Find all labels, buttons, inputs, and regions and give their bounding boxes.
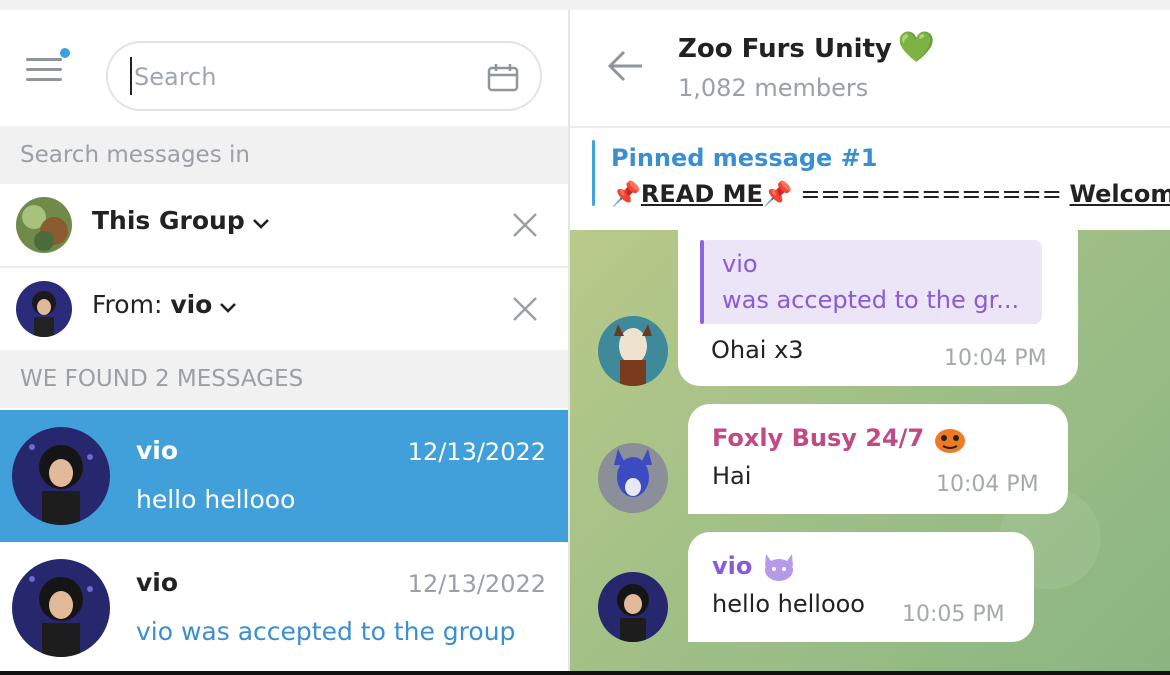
reply-indicator [700, 240, 704, 324]
chat-pane: Zoo Furs Unity 💚 1,082 members Pinned mes… [570, 10, 1170, 671]
close-icon[interactable] [508, 292, 542, 326]
user-avatar[interactable] [598, 316, 668, 386]
message-text: Hai [712, 462, 752, 490]
filter-label: This Group [92, 206, 245, 235]
calendar-icon[interactable] [486, 63, 520, 93]
user-avatar [12, 427, 110, 525]
window-top-strip [0, 0, 1170, 10]
reply-text: was accepted to the gr... [722, 286, 1020, 314]
reply-sender: vio [722, 250, 758, 278]
reply-preview[interactable]: vio was accepted to the gr... [700, 240, 1042, 324]
member-count: 1,082 members [678, 74, 869, 102]
chat-title: Zoo Furs Unity 💚 [678, 30, 935, 65]
result-preview: vio was accepted to the group [136, 617, 516, 646]
result-sender: vio [136, 436, 179, 465]
message-time: 10:04 PM [936, 472, 1039, 497]
pinned-read-me: READ ME [640, 180, 763, 208]
section-search-in: Search messages in [0, 126, 568, 184]
pinned-welcome: Welcome to [1069, 180, 1170, 208]
pushpin-icon: 📌 [762, 180, 793, 208]
result-date: 12/13/2022 [407, 570, 546, 598]
filter-from-user[interactable]: From: vio [0, 268, 568, 350]
message-time: 10:05 PM [902, 602, 1005, 627]
green-heart-emoji: 💚 [897, 30, 936, 65]
chevron-down-icon[interactable] [218, 292, 238, 321]
message-sender: vio [712, 552, 797, 582]
search-box[interactable] [106, 41, 542, 111]
chat-messages-area[interactable]: vio was accepted to the gr... Ohai x3 10… [570, 230, 1170, 671]
close-icon[interactable] [508, 208, 542, 242]
message-bubble[interactable]: vio was accepted to the gr... Ohai x3 10… [678, 230, 1078, 386]
message-time: 10:04 PM [944, 346, 1047, 371]
message-bubble[interactable]: Foxly Busy 24/7 Hai 10:04 PM [688, 404, 1068, 514]
group-avatar [16, 197, 72, 253]
notification-dot [60, 48, 70, 58]
result-sender: vio [136, 568, 179, 597]
pinned-indicator [592, 140, 595, 206]
filter-this-group[interactable]: This Group [0, 184, 568, 266]
user-avatar [12, 559, 110, 657]
sender-name: vio [712, 552, 753, 580]
user-avatar [16, 281, 72, 337]
pushpin-icon: 📌 [611, 180, 641, 208]
filter-prefix: From: [92, 290, 171, 319]
filter-label: vio [170, 290, 213, 319]
search-sidebar: Search messages in This Group [0, 10, 568, 671]
pinned-label: Pinned message #1 [611, 144, 878, 172]
window-bottom-strip [0, 671, 1170, 675]
section-found: WE FOUND 2 MESSAGES [0, 350, 568, 408]
emoji-icon [934, 429, 965, 453]
search-result[interactable]: vio 12/13/2022 hello hellooo [0, 410, 568, 542]
user-avatar[interactable] [598, 443, 668, 513]
search-input[interactable] [132, 57, 476, 97]
message-bubble[interactable]: vio hello hellooo 10:05 PM [688, 532, 1034, 642]
result-preview: hello hellooo [136, 485, 296, 514]
pinned-message-bar[interactable]: Pinned message #1 📌READ ME📌 ============… [570, 126, 1170, 230]
sender-name: Foxly Busy 24/7 [712, 424, 925, 452]
menu-button[interactable] [26, 48, 70, 90]
chat-header[interactable]: Zoo Furs Unity 💚 1,082 members [570, 10, 1170, 126]
pinned-equals: ============= [792, 180, 1070, 208]
cat-emoji-icon [764, 554, 793, 581]
chat-title-text: Zoo Furs Unity [678, 34, 892, 64]
user-avatar[interactable] [598, 572, 668, 642]
search-result[interactable]: vio 12/13/2022 vio was accepted to the g… [0, 542, 568, 674]
message-text: hello hellooo [712, 590, 865, 618]
message-text: Ohai x3 [711, 336, 804, 364]
chevron-down-icon[interactable] [251, 208, 271, 237]
back-arrow-icon[interactable] [606, 48, 646, 84]
message-sender: Foxly Busy 24/7 [712, 424, 967, 454]
pinned-preview: 📌READ ME📌 ============= Welcome to [611, 180, 1170, 208]
result-date: 12/13/2022 [407, 438, 546, 466]
